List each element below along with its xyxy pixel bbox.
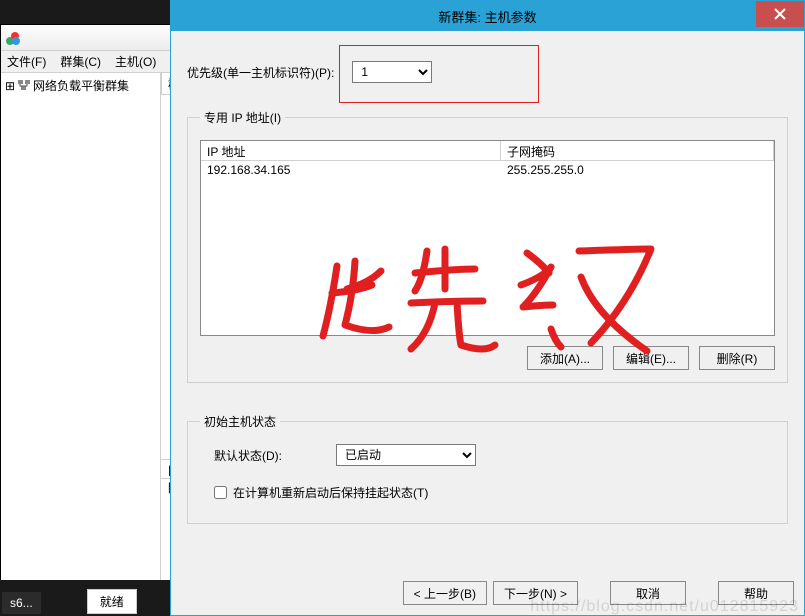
remove-button[interactable]: 删除(R) (699, 346, 775, 370)
next-button[interactable]: 下一步(N) > (493, 581, 578, 605)
default-state-select[interactable]: 已启动 (336, 444, 476, 466)
taskbar: s6... 就绪 (0, 580, 170, 616)
retain-suspend-label: 在计算机重新启动后保持挂起状态(T) (233, 484, 428, 501)
taskbar-item[interactable]: s6... (2, 592, 41, 614)
app-icon (5, 30, 21, 46)
edit-button[interactable]: 编辑(E)... (613, 346, 689, 370)
menu-file[interactable]: 文件(F) (7, 53, 46, 70)
tree-root-label: 网络负载平衡群集 (33, 77, 129, 94)
help-button[interactable]: 帮助 (718, 581, 794, 605)
default-state-label: 默认状态(D): (214, 447, 282, 464)
retain-suspend-checkbox[interactable] (214, 486, 227, 499)
priority-select[interactable]: 1 (352, 61, 432, 83)
cancel-button[interactable]: 取消 (610, 581, 686, 605)
status-ready: 就绪 (87, 589, 137, 614)
dialog-titlebar[interactable]: 新群集: 主机参数 (171, 1, 804, 31)
close-icon (774, 8, 786, 20)
col-ip[interactable]: IP 地址 (201, 141, 501, 160)
menu-cluster[interactable]: 群集(C) (60, 53, 101, 70)
ip-table[interactable]: IP 地址 子网掩码 192.168.34.165 255.255.255.0 (200, 140, 775, 336)
dialog-title: 新群集: 主机参数 (438, 7, 536, 26)
tree-expander-icon[interactable]: ⊞ (5, 79, 15, 93)
back-button[interactable]: < 上一步(B) (403, 581, 487, 605)
handwriting-annotation (307, 231, 737, 431)
col-mask[interactable]: 子网掩码 (501, 141, 774, 160)
table-row[interactable]: 192.168.34.165 255.255.255.0 (201, 161, 774, 181)
tree-root[interactable]: ⊞ 网络负载平衡群集 (5, 77, 156, 94)
cell-mask: 255.255.255.0 (501, 161, 774, 181)
state-group-legend: 初始主机状态 (200, 413, 280, 430)
cell-ip: 192.168.34.165 (201, 161, 501, 181)
cluster-icon (17, 77, 31, 94)
menu-host[interactable]: 主机(O) (115, 53, 156, 70)
host-params-dialog: 新群集: 主机参数 优先级(单一主机标识符)(P): 1 专用 IP 地址(I)… (170, 0, 805, 616)
ip-group: 专用 IP 地址(I) IP 地址 子网掩码 192.168.34.165 25… (187, 109, 788, 383)
close-button[interactable] (756, 1, 804, 27)
state-group: 初始主机状态 默认状态(D): 已启动 在计算机重新启动后保持挂起状态(T) (187, 413, 788, 524)
add-button[interactable]: 添加(A)... (527, 346, 603, 370)
wizard-buttons: < 上一步(B) 下一步(N) > 取消 帮助 (171, 581, 804, 605)
tree-pane: ⊞ 网络负载平衡群集 (1, 73, 161, 615)
priority-label: 优先级(单一主机标识符)(P): (187, 64, 334, 81)
ip-group-legend: 专用 IP 地址(I) (200, 109, 285, 126)
